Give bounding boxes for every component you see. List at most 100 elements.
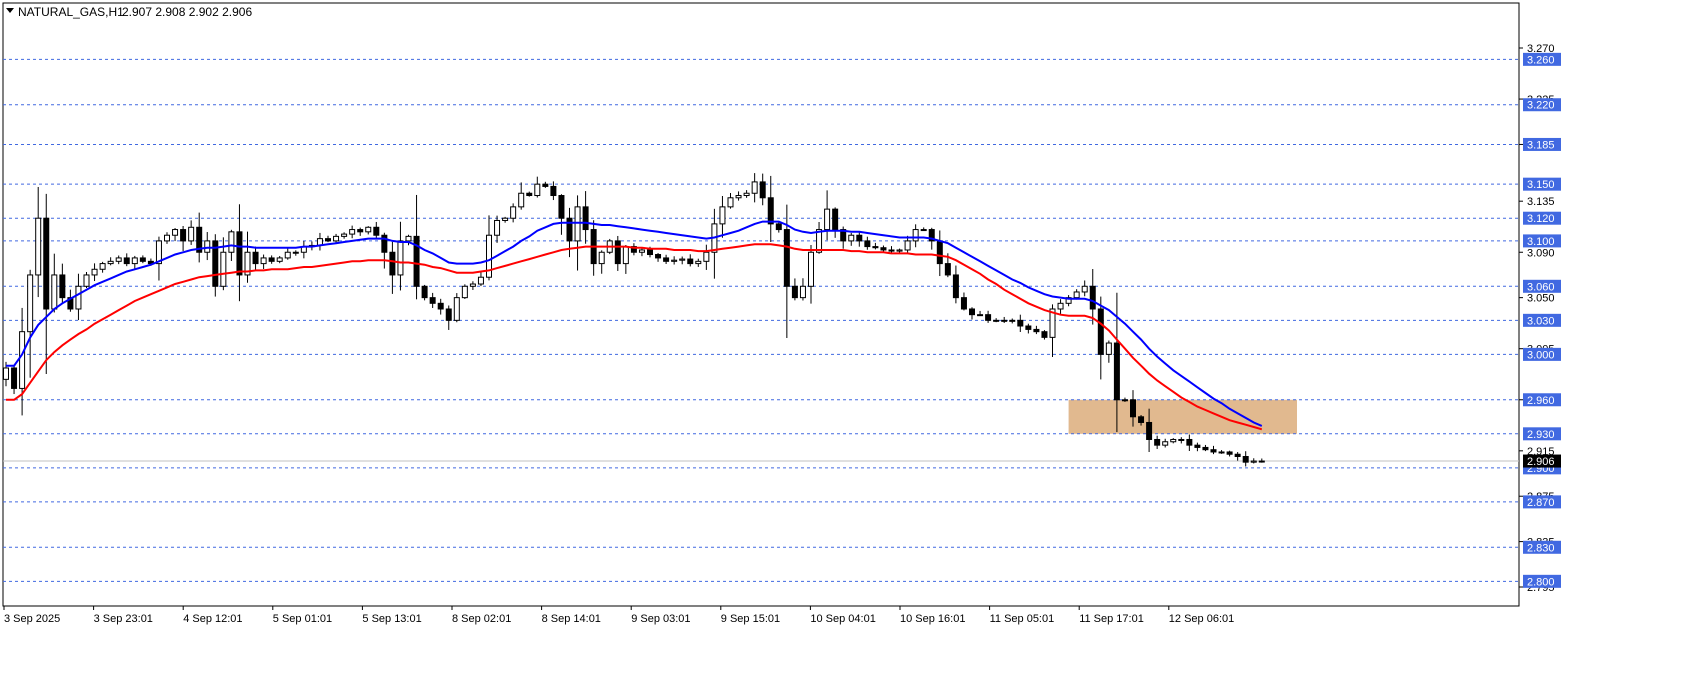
level-label: 3.000: [1527, 349, 1555, 361]
candle-body: [832, 208, 839, 231]
candle-body: [172, 229, 179, 236]
candle-body: [236, 231, 243, 276]
candle-body: [1186, 438, 1193, 446]
candle-body: [1170, 438, 1177, 443]
candle-body: [896, 249, 903, 252]
candle-body: [453, 297, 460, 321]
candle-body: [985, 314, 992, 321]
candle-body: [429, 297, 436, 304]
candle-body: [1250, 460, 1257, 463]
candle-body: [1258, 460, 1265, 463]
candle-body: [292, 251, 299, 254]
candle-body: [1226, 451, 1233, 455]
candle: [421, 284, 428, 301]
candle-body: [1234, 453, 1241, 458]
candle-body: [614, 240, 621, 265]
candle-body: [115, 257, 122, 262]
candle-body: [1025, 325, 1032, 330]
level-label: 3.120: [1527, 213, 1555, 225]
level-label: 3.100: [1527, 236, 1555, 248]
candle-body: [123, 257, 130, 265]
candle-body: [751, 181, 758, 194]
candle-body: [1178, 438, 1185, 441]
candle-body: [566, 217, 573, 242]
level-label: 3.030: [1527, 315, 1555, 327]
candle-body: [1089, 285, 1096, 310]
candle-body: [1113, 342, 1120, 401]
x-tick-label: 5 Sep 13:01: [362, 613, 421, 625]
candle-body: [735, 195, 742, 199]
candle-body: [775, 223, 782, 231]
level-label: 3.150: [1527, 179, 1555, 191]
candle-body: [534, 183, 541, 197]
candle-body: [1202, 446, 1209, 451]
candle-body: [856, 234, 863, 242]
candle-body: [969, 308, 975, 316]
candle-body: [783, 229, 790, 287]
x-tick-label: 4 Sep 12:01: [183, 613, 242, 625]
candle-body: [944, 263, 951, 276]
candle-body: [445, 308, 452, 321]
candle-body: [598, 251, 605, 265]
candle-body: [1130, 399, 1136, 418]
candle-body: [638, 249, 645, 253]
candle: [461, 284, 468, 299]
candle-body: [333, 235, 340, 242]
candle-body: [727, 197, 734, 208]
x-tick-label: 3 Sep 23:01: [94, 613, 153, 625]
candle-body: [510, 206, 517, 219]
candle-body: [1121, 399, 1128, 402]
current-price-label: 2.906: [1527, 456, 1555, 468]
candle-body: [1154, 438, 1161, 446]
x-tick-label: 8 Sep 02:01: [452, 613, 511, 625]
ohlc-values: 2.907 2.908 2.902 2.906: [122, 5, 252, 19]
candle-body: [276, 257, 283, 262]
candle-body: [920, 229, 927, 232]
x-tick-label: 8 Sep 14:01: [542, 613, 601, 625]
level-label: 2.830: [1527, 542, 1555, 554]
candle-body: [808, 251, 814, 287]
candle-body: [1073, 291, 1080, 299]
candle-body: [703, 251, 710, 262]
candle-body: [131, 257, 138, 265]
time-axis: 3 Sep 2025 3 Sep 23:01 4 Sep 12:01 5 Sep 01…: [3, 606, 1234, 625]
x-tick-label: 9 Sep 03:01: [631, 613, 690, 625]
candle-body: [405, 235, 412, 242]
candle-body: [719, 206, 726, 225]
level-label: 2.800: [1527, 576, 1555, 588]
level-label: 3.220: [1527, 100, 1555, 112]
candle-body: [542, 183, 549, 187]
candle-body: [1242, 456, 1249, 463]
candle-body: [1033, 328, 1040, 333]
level-label: 2.930: [1527, 429, 1555, 441]
candle-body: [1218, 451, 1225, 454]
candle-body: [204, 240, 211, 253]
level-label: 2.870: [1527, 497, 1555, 509]
price-chart[interactable]: 3.2703.2253.1853.1353.0903.0503.0052.960…: [0, 0, 1686, 676]
candle-body: [1162, 441, 1169, 446]
candle-body: [164, 234, 170, 242]
candle-body: [502, 217, 509, 221]
candle-body: [679, 258, 686, 261]
candle-body: [695, 260, 702, 265]
chart-frame: [2, 2, 1520, 607]
candle-body: [43, 217, 50, 310]
y-tick-label: 3.050: [1527, 293, 1555, 305]
candle-body: [1057, 302, 1064, 310]
candle-body: [912, 229, 919, 242]
candle: [453, 293, 460, 323]
y-tick-label: 3.135: [1527, 196, 1555, 208]
candle-body: [622, 246, 629, 265]
candle-body: [1105, 342, 1112, 355]
candle-body: [1146, 421, 1153, 440]
candle-body: [558, 195, 565, 219]
supply-zone: [1068, 399, 1297, 434]
x-tick-label: 11 Sep 17:01: [1079, 613, 1144, 625]
candle-body: [35, 217, 42, 276]
x-tick-label: 10 Sep 16:01: [900, 613, 965, 625]
candle-body: [671, 259, 678, 262]
x-tick-label: 12 Sep 06:01: [1169, 613, 1234, 625]
candle-body: [880, 247, 887, 251]
x-tick-label: 3 Sep 2025: [4, 613, 60, 625]
candle-body: [180, 229, 187, 242]
